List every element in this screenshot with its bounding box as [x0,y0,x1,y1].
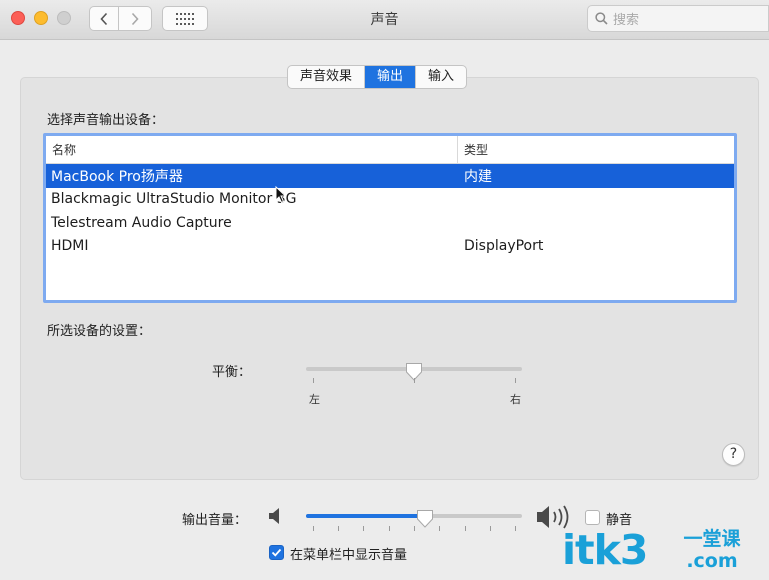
volume-tick [439,526,440,531]
search-field[interactable]: 搜索 [587,5,769,32]
show-volume-in-menubar-checkbox[interactable] [269,545,284,560]
output-volume-slider[interactable] [306,510,522,528]
balance-tick [414,378,415,383]
balance-right-label: 右 [510,393,521,406]
column-header-type[interactable]: 类型 [458,136,488,163]
watermark-subtext: 一堂课 .com [662,528,762,572]
table-row[interactable]: Blackmagic UltraStudio Monitor 3G [46,188,734,212]
output-volume-slider-thumb[interactable] [416,509,434,529]
watermark-logo: itk3 [562,526,648,574]
watermark-tagline: 一堂课 [683,528,741,550]
help-button[interactable]: ? [722,443,745,466]
device-settings-label: 所选设备的设置： [47,324,152,339]
volume-tick [490,526,491,531]
table-row[interactable]: MacBook Pro扬声器 内建 [46,164,734,188]
watermark-domain: .com [686,550,738,572]
tab-sound-effects[interactable]: 声音效果 [288,66,366,88]
balance-tick [515,378,516,383]
balance-slider[interactable] [306,363,522,381]
output-section-label: 选择声音输出设备： [47,113,165,128]
column-header-name[interactable]: 名称 [46,136,458,163]
tab-output[interactable]: 输出 [365,66,417,88]
device-name: Blackmagic UltraStudio Monitor 3G [51,191,297,208]
speaker-low-icon[interactable] [267,506,285,526]
tab-input[interactable]: 输入 [416,66,466,88]
balance-left-label: 左 [309,393,320,406]
output-volume-label: 输出音量： [182,513,248,528]
watermark-text: itk3 [562,526,648,574]
output-device-table[interactable]: 名称 类型 MacBook Pro扬声器 内建 Blackmagic Ultra… [43,133,737,303]
volume-tick [414,526,415,531]
table-row[interactable]: HDMI DisplayPort [46,235,734,259]
volume-tick [389,526,390,531]
volume-tick [465,526,466,531]
mouse-cursor-icon [275,186,287,204]
mute-checkbox[interactable] [585,510,600,525]
device-name: MacBook Pro扬声器 [51,168,183,185]
table-header: 名称 类型 [46,136,734,164]
show-volume-in-menubar-label: 在菜单栏中显示音量 [290,548,408,563]
device-type: DisplayPort [464,238,544,255]
output-volume-fill [306,514,425,518]
volume-tick [515,526,516,531]
search-icon [595,12,608,25]
title-bar: 声音 搜索 [0,0,769,40]
tab-bar: 声音效果 输出 输入 [287,65,468,89]
volume-tick [313,526,314,531]
volume-tick [338,526,339,531]
volume-tick [363,526,364,531]
search-placeholder: 搜索 [613,13,640,28]
device-name: Telestream Audio Capture [51,214,232,231]
table-row[interactable]: Telestream Audio Capture [46,211,734,235]
device-name: HDMI [51,238,89,255]
balance-tick [313,378,314,383]
balance-label: 平衡： [212,365,252,380]
device-type: 内建 [464,168,492,185]
checkmark-icon [271,548,282,557]
